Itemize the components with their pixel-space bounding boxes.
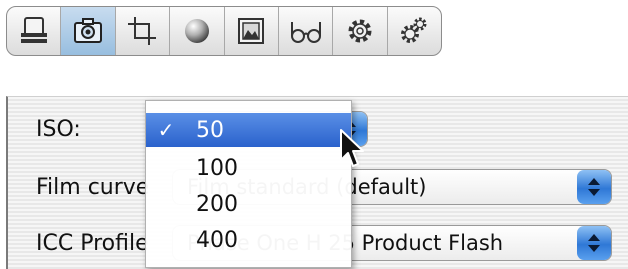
- iso-option-label: 400: [196, 227, 238, 253]
- gears-icon: [401, 17, 427, 43]
- toolbar: [6, 6, 442, 56]
- iso-option-label: 200: [196, 191, 238, 217]
- icc-profile-label: ICC Profile: [36, 231, 149, 256]
- mouse-pointer-icon: [340, 129, 364, 167]
- toolbar-button-gear[interactable]: [333, 7, 388, 55]
- checkmark-icon: ✓: [157, 118, 175, 142]
- camera-icon: [74, 18, 103, 43]
- iso-option-label: 50: [196, 117, 224, 143]
- iso-option-200[interactable]: 200: [146, 187, 351, 221]
- stack-icon: [20, 17, 47, 43]
- glasses-icon: [290, 22, 321, 43]
- toolbar-button-crop[interactable]: [116, 7, 171, 55]
- iso-label: ISO:: [36, 117, 81, 142]
- crop-icon: [128, 17, 157, 45]
- toolbar-button-glasses[interactable]: [279, 7, 334, 55]
- iso-dropdown-menu: ✓ 50 100 200 400: [145, 100, 352, 268]
- sphere-icon: [184, 19, 209, 43]
- toolbar-button-sphere[interactable]: [170, 7, 225, 55]
- toolbar-button-camera[interactable]: [61, 7, 116, 55]
- film-curve-label: Film curve: [36, 175, 150, 200]
- iso-option-400[interactable]: 400: [146, 223, 351, 257]
- iso-option-50[interactable]: ✓ 50: [146, 113, 351, 147]
- toolbar-button-picture[interactable]: [225, 7, 279, 55]
- toolbar-button-stack[interactable]: [7, 7, 62, 55]
- toolbar-button-gears[interactable]: [388, 7, 441, 55]
- gear-icon: [348, 19, 372, 43]
- popup-arrows-icon: [577, 226, 611, 260]
- picture-icon: [238, 18, 265, 44]
- iso-option-100[interactable]: 100: [146, 151, 351, 185]
- iso-option-label: 100: [196, 155, 238, 181]
- popup-arrows-icon: [577, 170, 611, 204]
